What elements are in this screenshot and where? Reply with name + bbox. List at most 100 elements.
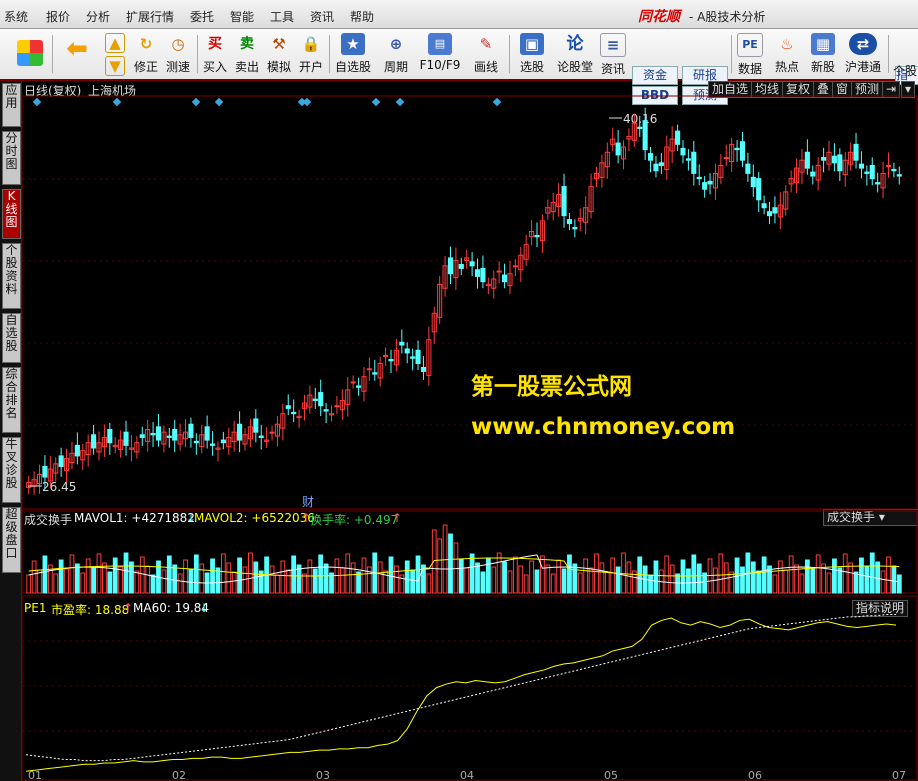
- menu-analysis[interactable]: 分析: [86, 8, 110, 25]
- candle-body: [237, 423, 243, 441]
- tab-stock-info[interactable]: 个股资料: [2, 243, 21, 309]
- tab-ranking[interactable]: 综合排名: [2, 367, 21, 433]
- speedtest-button[interactable]: ◷ 测速: [162, 32, 194, 76]
- volume-bar: [166, 555, 172, 594]
- sell-button[interactable]: 卖 卖出: [232, 32, 262, 76]
- volume-bar: [853, 571, 859, 594]
- up-down-button[interactable]: ▲ ▼: [100, 32, 130, 76]
- candle-body: [399, 341, 405, 346]
- tab-kline[interactable]: K线图: [2, 189, 21, 239]
- volume-bar: [123, 552, 129, 594]
- volume-bar: [691, 554, 697, 594]
- candle-body: [150, 432, 156, 436]
- sell-label: 卖出: [234, 60, 259, 74]
- volume-bar: [188, 568, 194, 594]
- candle-body: [193, 440, 199, 444]
- x-tick-label: 01: [28, 769, 42, 781]
- candle-body: [761, 203, 767, 209]
- volume-bar: [248, 552, 253, 594]
- x-tick-label: 03: [316, 769, 330, 781]
- news-button[interactable]: ≡ 资讯: [598, 32, 628, 76]
- menu-system[interactable]: 系统: [4, 8, 28, 25]
- menu-news[interactable]: 资讯: [310, 8, 334, 25]
- candle-body: [653, 163, 659, 172]
- candle-body: [469, 261, 475, 267]
- back-button[interactable]: ⬅: [60, 32, 94, 76]
- volume-bar: [826, 572, 832, 594]
- tab-intraday[interactable]: 分时图: [2, 131, 21, 185]
- volume-bar: [85, 558, 91, 594]
- volume-bar: [475, 562, 480, 594]
- watchlist-label: 自选股: [334, 60, 371, 74]
- watchlist-button[interactable]: ★ 自选股: [332, 32, 374, 76]
- menu-entrust[interactable]: 委托: [190, 8, 214, 25]
- tab-super-orderbook[interactable]: 超级盘口: [2, 507, 21, 573]
- volume-bar: [134, 570, 140, 594]
- candle-body: [745, 163, 751, 174]
- window-title: - A股技术分析: [689, 10, 766, 24]
- draw-line-button[interactable]: ✎ 画线: [466, 32, 506, 76]
- menu-help[interactable]: 帮助: [350, 8, 374, 25]
- volume-bar: [237, 557, 242, 594]
- volume-bar: [139, 556, 145, 594]
- tab-apps[interactable]: 应用: [2, 83, 21, 127]
- candle-body: [318, 392, 324, 407]
- volume-bar: [675, 573, 680, 594]
- hk-connect-button[interactable]: ⇄ 沪港通: [842, 32, 884, 76]
- x-tick-label: 04: [460, 769, 474, 781]
- kline-chart[interactable]: 01 02 03 04 05 06 07: [22, 81, 918, 781]
- volume-bar: [842, 553, 848, 594]
- volume-bar: [761, 556, 767, 594]
- candle-body: [139, 434, 145, 438]
- volume-bar: [680, 559, 686, 594]
- f10-button[interactable]: ▤ F10/F9: [418, 32, 462, 76]
- candle-body: [810, 171, 816, 177]
- period-button[interactable]: ⊕ 周期: [376, 32, 416, 76]
- simulate-button[interactable]: ⚒ 模拟: [264, 32, 294, 76]
- volume-bar: [118, 566, 124, 594]
- buy-button[interactable]: 买 买入: [200, 32, 230, 76]
- volume-bar: [464, 567, 470, 594]
- menu-tools[interactable]: 工具: [270, 8, 294, 25]
- forum-button[interactable]: 论 论股堂: [554, 32, 596, 76]
- menu-quote[interactable]: 报价: [46, 8, 70, 25]
- volume-bar: [226, 562, 232, 594]
- new-stock-button[interactable]: ▦ 新股: [806, 32, 840, 76]
- volume-bar: [302, 573, 307, 594]
- candle-body: [58, 455, 64, 467]
- volume-bar: [669, 564, 675, 594]
- tab-diagnosis[interactable]: 牛叉诊股: [2, 437, 21, 503]
- tile-button[interactable]: [14, 32, 46, 76]
- volume-bar: [518, 565, 524, 594]
- stock-picker-button[interactable]: ▣ 选股: [512, 32, 552, 76]
- volume-bar: [431, 529, 437, 594]
- correct-button[interactable]: ↻ 修正: [132, 32, 160, 76]
- volume-bar: [621, 552, 626, 594]
- data-button[interactable]: PE 数据: [735, 32, 765, 76]
- hot-button[interactable]: ♨ 热点: [770, 32, 804, 76]
- candle-body: [107, 429, 113, 444]
- volume-bar: [837, 567, 843, 594]
- menu-ext-quote[interactable]: 扩展行情: [126, 8, 174, 25]
- arrow-left-icon: ⬅: [66, 34, 88, 64]
- buy-label: 买入: [202, 60, 227, 74]
- volume-bar: [112, 557, 118, 594]
- volume-bar: [772, 574, 778, 594]
- volume-bar: [150, 574, 156, 594]
- candle-body: [269, 431, 275, 434]
- volume-bar: [42, 555, 48, 594]
- volume-bar: [572, 563, 578, 594]
- menu-smart[interactable]: 智能: [230, 8, 254, 25]
- volume-bar: [864, 566, 870, 594]
- candle-body: [188, 423, 194, 438]
- volume-bar: [183, 559, 188, 594]
- document-icon: ≡: [600, 33, 626, 57]
- open-account-button[interactable]: 🔒 开户: [296, 32, 326, 76]
- candle-body: [572, 227, 578, 230]
- volume-bar: [815, 554, 821, 594]
- tab-watchlist[interactable]: 自选股: [2, 313, 21, 363]
- candle-body: [696, 176, 702, 180]
- candle-body: [869, 164, 875, 180]
- candle-body: [691, 151, 697, 174]
- f10-icon: ▤: [428, 33, 452, 55]
